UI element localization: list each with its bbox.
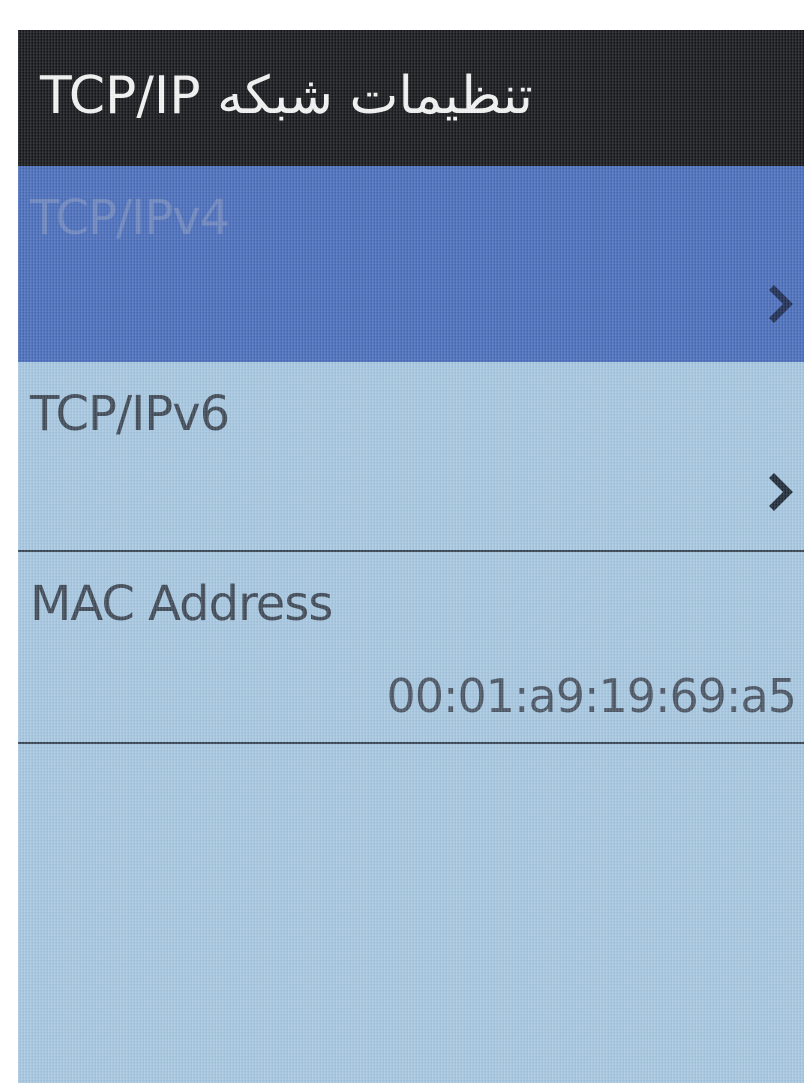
menu-item-tcp-ipv6[interactable]: TCP/IPv6 [18, 362, 804, 552]
chevron-right-icon [769, 473, 793, 511]
menu-item-label: TCP/IPv4 [30, 190, 230, 246]
mac-address-value: 00:01:a9:19:69:a5 [386, 669, 797, 723]
title-bar: تنظیمات شبکه TCP/IP [18, 30, 804, 166]
mac-address-row: MAC Address 00:01:a9:19:69:a5 [18, 552, 804, 744]
device-screen: تنظیمات شبکه TCP/IP TCP/IPv4 TCP/IPv6 MA… [18, 30, 804, 1083]
mac-address-label: MAC Address [30, 576, 333, 632]
menu-item-tcp-ipv4[interactable]: TCP/IPv4 [18, 166, 804, 362]
chevron-right-icon [769, 285, 793, 323]
menu-item-label: TCP/IPv6 [30, 386, 230, 442]
page-title: تنظیمات شبکه TCP/IP [40, 66, 533, 126]
